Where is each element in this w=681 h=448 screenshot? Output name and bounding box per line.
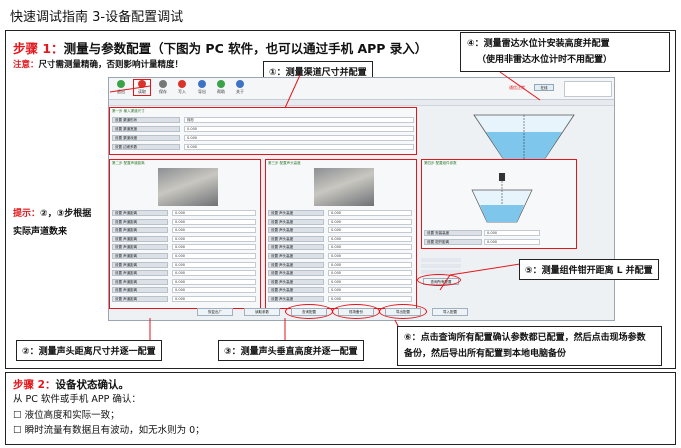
callout-query-line2: 备份，然后导出所有配置到本地电脑备份 [404,349,567,359]
step2-text: 设备状态确认。 [55,379,129,391]
step2-heading: 步骤 2：设备状态确认。 [13,377,129,392]
callout-component: ⑤：测量组件钳开距离 L 并配置 [519,259,659,280]
confirm-intro: 从 PC 软件或手机 APP 确认： [13,394,141,405]
callout-height: ③：测量声头垂直高度并逐一配置 [218,340,364,361]
callout-query-line1: ⑥：点击查询所有配置确认参数都已配置，然后点击现场参数 [404,333,646,343]
checkbox-icon[interactable]: ☐ [13,410,22,421]
step2-checklist: 从 PC 软件或手机 APP 确认： ☐ 液位高度和实际一致； ☐ 瞬时流量有数… [13,392,205,439]
check-item: ☐ 瞬时流量有数据且有波动，如无水则为 0； [13,425,205,436]
check-item: ☐ 液位高度和实际一致； [13,409,120,421]
step2-label: 步骤 2： [13,379,56,391]
callout-distance: ②：测量声头距离尺寸并逐一配置 [16,340,162,361]
checkbox-icon[interactable]: ☐ [13,425,22,436]
callout-query: ⑥：点击查询所有配置确认参数都已配置，然后点击现场参数 备份，然后导出所有配置到… [397,326,662,366]
